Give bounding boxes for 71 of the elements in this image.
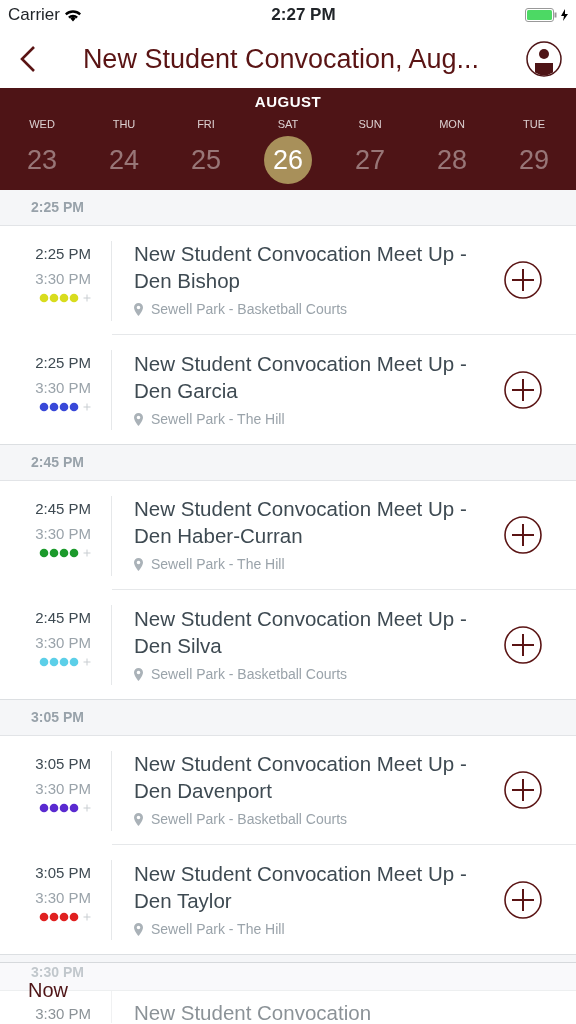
event-location: Sewell Park - Basketball Courts	[151, 300, 348, 319]
start-time: 2:25 PM	[35, 353, 91, 372]
location-pin-icon	[134, 667, 143, 681]
battery-icon	[525, 8, 557, 22]
now-button[interactable]: Now	[28, 978, 68, 1001]
date-button[interactable]: 25	[182, 136, 230, 184]
month-label: AUGUST	[253, 93, 323, 111]
add-icon[interactable]	[504, 880, 542, 919]
end-time: 3:30 PM	[35, 524, 91, 543]
date-button[interactable]: 28	[428, 136, 476, 184]
add-icon[interactable]	[504, 771, 542, 809]
color-dots-icon	[39, 401, 91, 412]
start-time: 2:45 PM	[35, 608, 91, 627]
event-title: New Student Convocation Meet Up - Den Silva	[134, 605, 468, 659]
end-time: 3:30 PM	[35, 378, 91, 397]
color-dots-icon	[39, 656, 91, 667]
location-pin-icon	[134, 922, 143, 936]
start-time: 2:25 PM	[35, 244, 91, 263]
date-button[interactable]: 27	[346, 136, 394, 184]
event-location: Sewell Park - The Hill	[151, 409, 285, 429]
add-icon[interactable]	[504, 261, 542, 299]
start-time: 3:05 PM	[35, 754, 91, 773]
weekday-label: FRI	[197, 117, 215, 131]
end-time: 3:30 PM	[35, 779, 91, 798]
color-dots-icon	[39, 292, 91, 303]
weekday-label: WED	[29, 117, 55, 131]
weekday-label: TUE	[523, 117, 545, 131]
event-location: Sewell Park - The Hill	[151, 919, 285, 939]
weekday-label: SUN	[358, 117, 382, 131]
location-pin-icon	[134, 558, 143, 571]
date-button[interactable]: 23	[18, 136, 66, 184]
end-time: 3:30 PM	[35, 633, 91, 652]
location-pin-icon	[134, 412, 143, 426]
location-pin-icon	[134, 813, 143, 826]
event-title: New Student Convocation	[134, 1000, 373, 1024]
weekday-label: THU	[112, 117, 136, 131]
start-time: 3:05 PM	[35, 863, 91, 882]
event-location: Sewell Park - Basketball Courts	[151, 810, 348, 829]
section-header: 2:25 PM	[0, 190, 576, 226]
wifi-icon	[63, 8, 82, 22]
event-title: New Student Convocation Meet Up - Den Taylor	[134, 860, 468, 914]
event-title: New Student Convocation Meet Up - Den Bishop	[134, 241, 468, 294]
start-time: 2:45 PM	[35, 499, 91, 518]
profile-icon[interactable]	[526, 41, 562, 77]
screen-title: New Student Convocation, Aug...	[82, 42, 480, 76]
charging-icon	[561, 9, 568, 21]
add-icon[interactable]	[504, 516, 542, 554]
weekday-label: MON	[439, 117, 465, 131]
carrier-name: Carrier	[8, 4, 60, 27]
status-time: 2:27 PM	[271, 4, 336, 27]
end-time: 3:30 PM	[35, 888, 91, 907]
event-title: New Student Convocation Meet Up - Den Davenport	[134, 751, 468, 804]
end-time: 3:30 PM	[35, 269, 91, 288]
event-title: New Student Convocation Meet Up - Den Haber-Curran	[134, 496, 468, 549]
date-button[interactable]: 29	[510, 136, 558, 184]
section-header: 3:05 PM	[0, 700, 576, 736]
color-dots-icon	[39, 911, 91, 922]
event-title: New Student Convocation Meet Up - Den Garcia	[134, 350, 468, 404]
date-button[interactable]: 26	[264, 136, 312, 184]
add-icon[interactable]	[504, 625, 542, 664]
weekday-label: SAT	[277, 117, 299, 131]
back-icon[interactable]	[20, 45, 36, 73]
event-location: Sewell Park - The Hill	[151, 555, 285, 574]
add-icon[interactable]	[504, 370, 542, 409]
section-header: 2:45 PM	[0, 445, 576, 481]
event-location: Sewell Park - Basketball Courts	[151, 664, 348, 684]
color-dots-icon	[39, 547, 91, 558]
color-dots-icon	[39, 802, 91, 813]
date-button[interactable]: 24	[100, 136, 148, 184]
location-pin-icon	[134, 303, 143, 316]
start-time: 3:30 PM	[35, 1005, 91, 1023]
